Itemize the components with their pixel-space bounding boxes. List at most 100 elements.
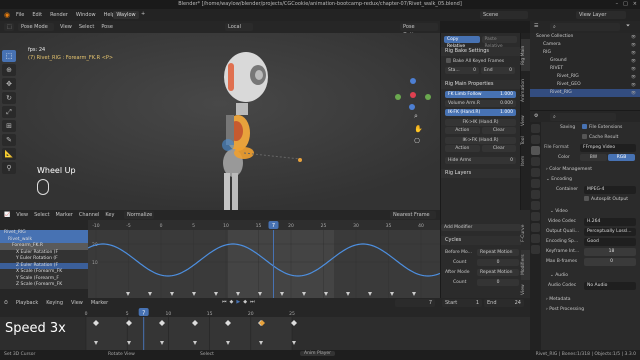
metadata-section[interactable]: Metadata bbox=[549, 297, 570, 302]
ik-fk-slider[interactable]: IK-FK (Hand.R) 1.000 bbox=[445, 109, 516, 116]
cache-result-checkbox[interactable] bbox=[582, 134, 587, 139]
tl-menu-playback[interactable]: Playback bbox=[16, 300, 38, 306]
select-tool-icon[interactable]: ⬚ bbox=[2, 50, 16, 62]
paste-relative-button[interactable]: Paste Relative bbox=[481, 36, 517, 49]
menu-select[interactable]: Select bbox=[79, 24, 94, 30]
ik-to-fk-button[interactable]: IK->FK (Hand.R) bbox=[445, 137, 516, 144]
anim-player-indicator[interactable]: Anim Player bbox=[300, 351, 335, 356]
after-count-field[interactable]: 0 bbox=[477, 279, 519, 286]
ik-fk-clear-button[interactable]: Clear bbox=[481, 145, 516, 152]
volume-arm-slider[interactable]: Volume Arm.R 0.000 bbox=[445, 100, 516, 107]
graph-editor-type-icon[interactable]: 📈 bbox=[4, 212, 10, 218]
after-mode-select[interactable]: Repeat Motion bbox=[477, 269, 519, 276]
end-frame-field[interactable]: End 24 bbox=[484, 299, 524, 307]
workspace-tab[interactable]: Waylow bbox=[113, 11, 139, 19]
outliner-item[interactable]: Camera 👁 bbox=[530, 41, 640, 49]
graph-area[interactable]: -10 -5 0 5 10 15 20 25 30 35 40 20 10 7 bbox=[88, 220, 440, 298]
transform-orientation[interactable]: Local bbox=[225, 23, 253, 31]
encoding-section[interactable]: Encoding bbox=[551, 177, 572, 182]
audio-section[interactable]: Audio bbox=[555, 273, 568, 278]
post-processing-section[interactable]: Post Processing bbox=[549, 307, 584, 312]
outliner-item[interactable]: Ground 👁 bbox=[530, 57, 640, 65]
fk-to-ik-button[interactable]: FK->IK (Hand.R) bbox=[445, 119, 516, 126]
fk-ik-action-button[interactable]: Action bbox=[445, 127, 480, 134]
visibility-icon[interactable]: 👁 bbox=[631, 73, 636, 81]
zoom-icon[interactable]: ⌕ bbox=[414, 112, 418, 121]
transform-tool-icon[interactable]: ⊞ bbox=[2, 120, 16, 132]
menu-render[interactable]: Render bbox=[50, 12, 68, 18]
menu-pose[interactable]: Pose bbox=[101, 24, 113, 30]
outliner-item[interactable]: Rivet_GEO 👁 bbox=[530, 81, 640, 89]
bake-start-field[interactable]: Sta... 0 bbox=[445, 67, 479, 74]
container-select[interactable]: MPEG-4 bbox=[584, 186, 636, 194]
nearest-frame-selector[interactable]: Nearest Frame bbox=[390, 211, 436, 219]
encoding-speed-select[interactable]: Good bbox=[584, 238, 636, 246]
cursor-tool-icon[interactable]: ⊕ bbox=[2, 64, 16, 76]
fk-limb-follow-slider[interactable]: FK Limb Follow 1.000 bbox=[445, 91, 516, 98]
color-bw-button[interactable]: BW bbox=[580, 154, 607, 161]
physics-tab-icon[interactable] bbox=[531, 212, 540, 221]
video-section[interactable]: Video bbox=[555, 209, 568, 214]
normalize-toggle[interactable]: Normalize bbox=[124, 211, 154, 219]
modifier-tab-icon[interactable] bbox=[531, 201, 540, 210]
close-icon[interactable]: × bbox=[633, 1, 637, 7]
ge-menu-select[interactable]: Select bbox=[34, 212, 49, 218]
menu-file[interactable]: File bbox=[16, 12, 24, 18]
outliner-item[interactable]: RIVET 👁 bbox=[530, 65, 640, 73]
world-tab-icon[interactable] bbox=[531, 179, 540, 188]
outliner-item[interactable]: Rivet_RIG 👁 bbox=[530, 73, 640, 81]
visibility-icon[interactable]: 👁 bbox=[631, 57, 636, 65]
tl-menu-keying[interactable]: Keying bbox=[46, 300, 63, 306]
properties-search[interactable]: ⌕ bbox=[550, 113, 616, 121]
view-layer-tab-icon[interactable] bbox=[531, 157, 540, 166]
autosplit-checkbox[interactable] bbox=[584, 196, 589, 201]
start-frame-field[interactable]: Start 1 bbox=[442, 299, 482, 307]
rig-layers-section[interactable]: Rig Layers bbox=[441, 169, 520, 178]
tool-tab-icon[interactable] bbox=[531, 124, 540, 133]
view-layer-selector[interactable]: View Layer bbox=[576, 11, 626, 19]
visibility-icon[interactable]: 👁 bbox=[631, 89, 636, 97]
output-tab-icon[interactable] bbox=[531, 146, 540, 155]
pose-tool-icon[interactable]: ⚲ bbox=[2, 162, 16, 174]
blender-logo-icon[interactable]: ◉ bbox=[4, 11, 10, 19]
ik-fk-action-button[interactable]: Action bbox=[445, 145, 480, 152]
next-key-icon[interactable]: ◆ bbox=[243, 299, 247, 305]
data-tab-icon[interactable] bbox=[531, 234, 540, 243]
mode-selector[interactable]: Pose Mode bbox=[18, 23, 54, 31]
outliner-item[interactable]: RIG 👁 bbox=[530, 49, 640, 57]
ge-menu-view[interactable]: View bbox=[16, 212, 28, 218]
before-mode-select[interactable]: Repeat Motion bbox=[477, 249, 519, 256]
rig-main-section[interactable]: Rig Main Properties bbox=[441, 80, 520, 89]
measure-tool-icon[interactable]: 📐 bbox=[2, 148, 16, 160]
outliner-item[interactable]: Scene Collection 👁 bbox=[530, 33, 640, 41]
maximize-icon[interactable]: □ bbox=[623, 1, 628, 7]
properties-editor-icon[interactable]: ⚙ bbox=[534, 113, 538, 119]
bake-all-checkbox[interactable] bbox=[446, 58, 451, 63]
menu-view[interactable]: View bbox=[60, 24, 72, 30]
copy-relative-button[interactable]: Copy Relative bbox=[444, 36, 480, 49]
ge-menu-key[interactable]: Key bbox=[105, 212, 114, 218]
render-tab-icon[interactable] bbox=[531, 135, 540, 144]
visibility-icon[interactable]: 👁 bbox=[631, 81, 636, 89]
rig-bake-section[interactable]: Rig Bake Settings bbox=[441, 47, 520, 56]
timeline[interactable]: 0 5 10 15 20 25 7 bbox=[0, 308, 530, 350]
file-format-select[interactable]: FFmpeg Video bbox=[580, 144, 636, 152]
jump-end-icon[interactable]: ⏭ bbox=[250, 299, 255, 305]
output-quality-select[interactable]: Perceptually Lossl... bbox=[584, 228, 636, 236]
scene-selector[interactable]: Scene bbox=[480, 11, 528, 19]
menu-window[interactable]: Window bbox=[76, 12, 96, 18]
outliner-item[interactable]: Rivet_RIG 👁 bbox=[530, 89, 640, 97]
visibility-icon[interactable]: 👁 bbox=[631, 49, 636, 57]
ge-menu-marker[interactable]: Marker bbox=[56, 212, 73, 218]
max-bframes-field[interactable]: 0 bbox=[584, 258, 636, 266]
pose-options-button[interactable]: Pose Options bbox=[400, 23, 438, 38]
current-frame-field[interactable]: 7 bbox=[395, 299, 435, 307]
bone-tab-icon[interactable] bbox=[531, 245, 540, 254]
prev-key-icon[interactable]: ◆ bbox=[230, 299, 234, 305]
before-count-field[interactable]: 0 bbox=[477, 259, 519, 266]
outliner-editor-icon[interactable]: ☰ bbox=[534, 23, 538, 29]
ge-menu-channel[interactable]: Channel bbox=[79, 212, 100, 218]
tl-menu-view[interactable]: View bbox=[71, 300, 83, 306]
play-icon[interactable]: ▶ bbox=[236, 299, 240, 305]
color-management-section[interactable]: Color Management bbox=[549, 167, 592, 172]
